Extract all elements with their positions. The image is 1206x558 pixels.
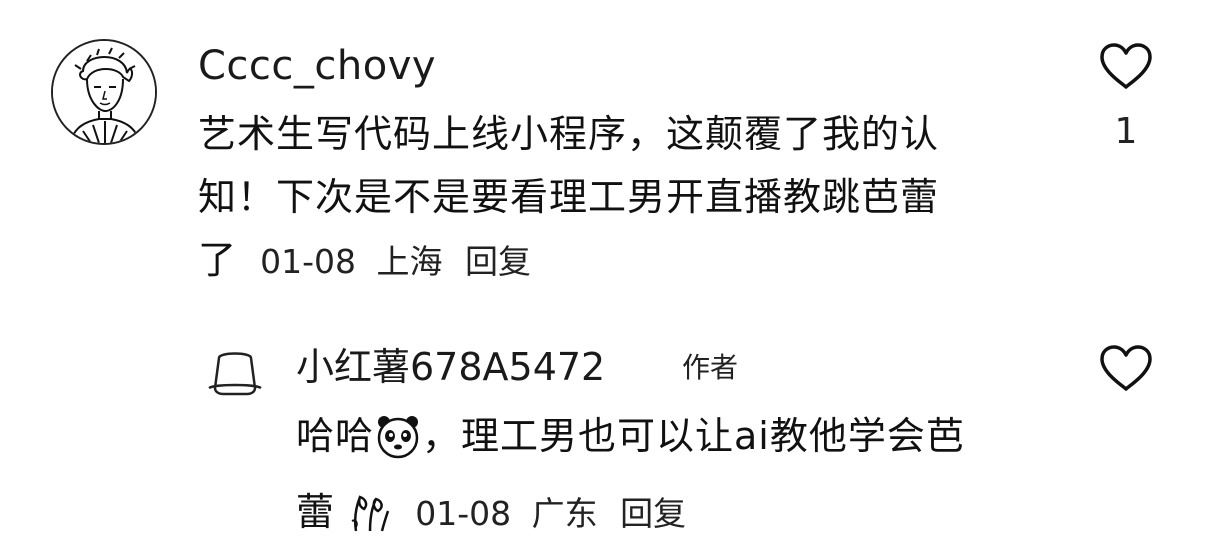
avatar-portrait-icon bbox=[53, 41, 155, 143]
comment-text-line: 艺术生写代码上线小程序，这颠覆了我的认 bbox=[198, 112, 940, 156]
reply-location: 广东 bbox=[531, 494, 598, 533]
like-count: 1 bbox=[1114, 111, 1138, 152]
panda-face-emoji bbox=[374, 413, 422, 479]
user-avatar[interactable] bbox=[51, 39, 157, 145]
comment-username[interactable]: Cccc_chovy bbox=[198, 40, 436, 92]
comment-text-line: 了 bbox=[198, 238, 238, 282]
heart-outline-icon bbox=[1100, 345, 1152, 391]
reply-button[interactable]: 回复 bbox=[620, 494, 686, 533]
comment-text: 艺术生写代码上线小程序，这颠覆了我的认 知！下次是不是要看理工男开直播教跳芭蕾 … bbox=[198, 103, 1038, 293]
author-badge: 作者 bbox=[682, 351, 739, 384]
default-avatar-icon bbox=[208, 352, 262, 396]
like-button[interactable] bbox=[1099, 42, 1153, 92]
reply-text-line: 蕾 bbox=[296, 490, 336, 534]
comment-text-line: 知！下次是不是要看理工男开直播教跳芭蕾 bbox=[198, 175, 940, 219]
reply-item: 小红薯678A5472 作者 哈哈 ，理工男也可以让ai教他学会芭 蕾 01-0… bbox=[0, 310, 1206, 558]
reply-text-part: 哈哈 bbox=[296, 414, 375, 458]
reply-text: 哈哈 ，理工男也可以让ai教他学会芭 蕾 01-08 广东 回复 bbox=[296, 403, 1056, 555]
reply-button[interactable]: 回复 bbox=[465, 242, 531, 281]
comment-meta: 01-08 上海 回复 bbox=[250, 242, 531, 281]
reply-username[interactable]: 小红薯678A5472 bbox=[296, 342, 605, 392]
like-button[interactable] bbox=[1099, 344, 1153, 394]
flowers-emoji bbox=[348, 489, 392, 555]
user-avatar[interactable] bbox=[205, 348, 265, 398]
comment-location: 上海 bbox=[376, 242, 443, 281]
comment-date: 01-08 bbox=[260, 242, 356, 281]
reply-meta: 01-08 广东 回复 bbox=[405, 494, 686, 533]
reply-text-part: ，理工男也可以让ai教他学会芭 bbox=[422, 414, 965, 458]
reply-date: 01-08 bbox=[415, 494, 512, 533]
heart-outline-icon bbox=[1100, 43, 1152, 89]
comment-item: Cccc_chovy 艺术生写代码上线小程序，这颠覆了我的认 知！下次是不是要看… bbox=[0, 0, 1206, 310]
